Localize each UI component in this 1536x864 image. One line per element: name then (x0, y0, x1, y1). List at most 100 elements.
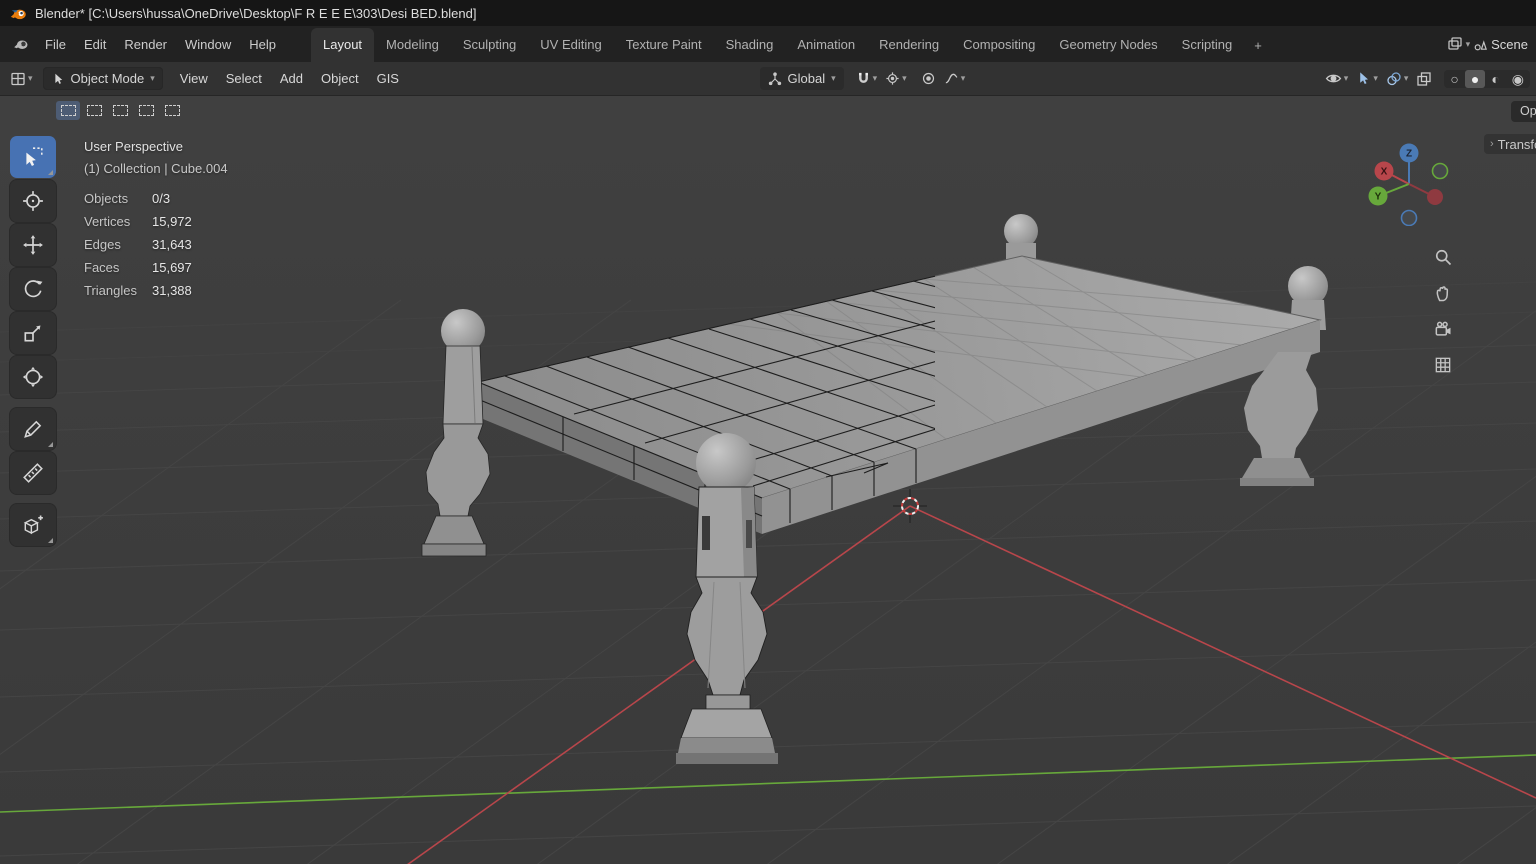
scene-selector: ▾ Scene (1447, 36, 1536, 52)
orientation-dropdown[interactable]: Global ▾ (759, 67, 844, 90)
viewport-canvas[interactable] (0, 96, 1536, 864)
snap-target-button[interactable]: ▾ (881, 69, 911, 88)
chevron-down-icon[interactable]: ▾ (1344, 74, 1349, 83)
editor-type-button[interactable]: ▾ (6, 68, 37, 90)
gizmo-z-label: Z (1406, 149, 1412, 160)
tool-add-cube[interactable] (10, 504, 56, 546)
viewport-overlay-text: User Perspective (1) Collection | Cube.0… (84, 139, 228, 298)
eye-icon (1325, 70, 1342, 87)
chevron-down-icon[interactable]: ▾ (902, 74, 907, 83)
tool-rotate[interactable] (10, 268, 56, 310)
menu-view[interactable]: View (171, 66, 217, 91)
statistics-overlay: Objects 0/3 Vertices 15,972 Edges 31,643… (84, 191, 228, 298)
bed-model[interactable] (421, 214, 1342, 764)
menu-gis[interactable]: GIS (368, 66, 408, 91)
chevron-down-icon[interactable]: ▾ (1373, 74, 1378, 83)
tab-shading[interactable]: Shading (714, 28, 786, 62)
mode-label: Object Mode (70, 71, 145, 86)
mode-dropdown[interactable]: Object Mode ▾ (42, 67, 163, 90)
menu-add[interactable]: Add (271, 66, 312, 91)
chevron-down-icon[interactable]: ▾ (1466, 39, 1471, 49)
select-box-invert-icon (138, 104, 154, 116)
tab-geometry-nodes[interactable]: Geometry Nodes (1047, 28, 1169, 62)
tab-animation[interactable]: Animation (785, 28, 867, 62)
tab-texture-paint[interactable]: Texture Paint (614, 28, 714, 62)
menu-render[interactable]: Render (115, 32, 176, 57)
blender-app-menu-icon[interactable] (8, 32, 34, 56)
tool-transform[interactable] (10, 356, 56, 398)
select-mode-extend-button[interactable] (82, 101, 106, 120)
shading-mode-group: ○ ● ◐ ◉ (1444, 69, 1530, 88)
gizmos-toggle[interactable]: ▾ (1352, 69, 1382, 88)
stat-label: Vertices (84, 214, 131, 229)
tab-scripting[interactable]: Scripting (1170, 28, 1245, 62)
proportional-edit-icon (921, 71, 936, 86)
tab-compositing[interactable]: Compositing (951, 28, 1047, 62)
header-right: ▾ ▾ ▾ ○ ● ◐ ◉ (1321, 68, 1530, 89)
overlays-toggle[interactable]: ▾ (1382, 69, 1413, 89)
proportional-edit-toggle[interactable] (917, 69, 940, 88)
stat-value: 31,388 (152, 283, 192, 298)
menu-file[interactable]: File (36, 32, 75, 57)
select-mode-intersect-button[interactable] (160, 101, 184, 120)
scene-name[interactable]: Scene (1491, 37, 1528, 52)
perspective-toggle-button[interactable] (1429, 351, 1457, 379)
zoom-button[interactable] (1429, 243, 1457, 271)
tool-measure[interactable] (10, 452, 56, 494)
tab-sculpting[interactable]: Sculpting (451, 28, 528, 62)
menu-select[interactable]: Select (217, 66, 271, 91)
tool-move[interactable] (10, 224, 56, 266)
tab-rendering[interactable]: Rendering (867, 28, 951, 62)
select-box-new-icon (60, 104, 76, 116)
menu-help[interactable]: Help (240, 32, 285, 57)
blender-logo-icon (10, 5, 27, 22)
tool-scale[interactable] (10, 312, 56, 354)
tool-rail (10, 136, 56, 548)
chevron-down-icon: ▾ (28, 73, 33, 83)
chevron-down-icon[interactable]: ▾ (961, 74, 966, 83)
navigation-gizmo[interactable]: Z X Y (1367, 142, 1451, 229)
tool-cursor[interactable] (10, 180, 56, 222)
add-workspace-button[interactable]: + (1244, 29, 1272, 62)
menu-window[interactable]: Window (176, 32, 240, 57)
title-bar: Blender* [C:\Users\hussa\OneDrive\Deskto… (0, 0, 1536, 26)
tool-options-button[interactable]: Options (1511, 101, 1536, 122)
xray-toggle[interactable] (1412, 69, 1436, 89)
gizmo-y-label: Y (1375, 192, 1382, 203)
panel-chevron-icon: › (1490, 137, 1494, 150)
falloff-dropdown[interactable]: ▾ (940, 69, 970, 88)
tab-uv-editing[interactable]: UV Editing (528, 28, 613, 62)
view-perspective-label: User Perspective (84, 139, 183, 154)
menu-object[interactable]: Object (312, 66, 368, 91)
gizmo-cursor-icon (1356, 71, 1371, 86)
window-title: Blender* [C:\Users\hussa\OneDrive\Deskto… (35, 5, 477, 21)
tool-annotate[interactable] (10, 408, 56, 450)
select-mode-subtract-button[interactable] (108, 101, 132, 120)
tool-select-box[interactable] (10, 136, 56, 178)
shading-material-button[interactable]: ◐ (1485, 70, 1505, 88)
camera-view-button[interactable] (1429, 315, 1457, 343)
overlays-icon (1386, 71, 1402, 87)
select-mode-new-button[interactable] (56, 100, 80, 120)
stat-value: 0/3 (152, 191, 171, 206)
gizmo-neg-x-axis (1427, 189, 1443, 205)
chevron-down-icon[interactable]: ▾ (1404, 74, 1409, 83)
tab-layout[interactable]: Layout (311, 28, 375, 62)
x-axis-line-b (909, 505, 1536, 799)
shading-rendered-button[interactable]: ◉ (1506, 70, 1530, 88)
stat-label: Triangles (84, 283, 137, 298)
stat-value: 15,972 (152, 214, 192, 229)
shading-solid-button[interactable]: ● (1464, 69, 1486, 88)
blender-window: { "titlebar": { "title": "Blender* [C:\\… (0, 0, 1536, 864)
sidebar-tab-transform[interactable]: › Transform (1484, 134, 1536, 154)
browse-scene-icon[interactable] (1447, 36, 1463, 52)
chevron-down-icon[interactable]: ▾ (873, 74, 878, 83)
shading-wireframe-button[interactable]: ○ (1444, 70, 1464, 88)
x-axis-line-a (407, 505, 911, 864)
select-mode-invert-button[interactable] (134, 101, 158, 120)
visibility-dropdown[interactable]: ▾ (1321, 68, 1353, 89)
menu-edit[interactable]: Edit (75, 32, 115, 57)
snap-toggle[interactable]: ▾ (852, 69, 882, 88)
tab-modeling[interactable]: Modeling (374, 28, 451, 62)
pan-hand-button[interactable] (1429, 279, 1457, 307)
